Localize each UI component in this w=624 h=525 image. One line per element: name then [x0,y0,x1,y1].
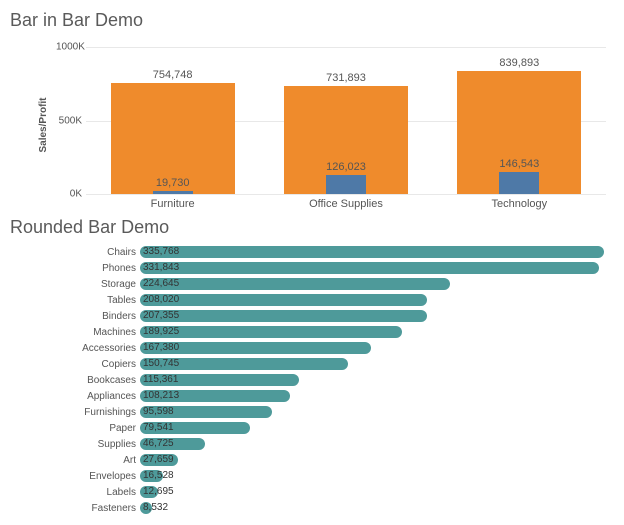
bar-group: 731,893126,023Office Supplies [266,47,426,194]
row-value-label: 331,843 [143,261,179,275]
bar-track: 79,541 [140,421,604,435]
bar-row: Tables208,020 [30,292,604,308]
y-tick-label: 500K [56,115,82,126]
rounded-bar [140,246,604,258]
row-value-label: 8,532 [143,501,168,515]
row-category-label: Tables [30,295,140,306]
rounded-bar-title: Rounded Bar Demo [10,217,614,238]
bar-row: Paper79,541 [30,420,604,436]
rounded-bar [140,310,427,322]
row-category-label: Binders [30,311,140,322]
bar-row: Labels12,695 [30,484,604,500]
row-value-label: 115,361 [143,373,178,387]
profit-value-label: 126,023 [266,161,426,173]
bar-row: Appliances108,213 [30,388,604,404]
row-value-label: 108,213 [143,389,179,403]
row-category-label: Machines [30,327,140,338]
row-category-label: Supplies [30,439,140,450]
profit-value-label: 146,543 [439,158,599,170]
row-category-label: Furnishings [30,407,140,418]
bar-row: Supplies46,725 [30,436,604,452]
bar-row: Fasteners8,532 [30,500,604,516]
bar-row: Envelopes16,528 [30,468,604,484]
profit-bar [499,172,539,194]
bar-row: Art27,659 [30,452,604,468]
rounded-bar-chart: Chairs335,768Phones331,843Storage224,645… [30,244,604,516]
row-value-label: 46,725 [143,437,174,451]
row-category-label: Envelopes [30,471,140,482]
row-value-label: 207,355 [143,309,179,323]
row-value-label: 208,020 [143,293,179,307]
bar-row: Accessories167,380 [30,340,604,356]
rounded-bar [140,262,599,274]
bar-track: 46,725 [140,437,604,451]
bar-track: 208,020 [140,293,604,307]
row-category-label: Copiers [30,359,140,370]
bar-row: Copiers150,745 [30,356,604,372]
bar-track: 95,598 [140,405,604,419]
sales-value-label: 731,893 [266,72,426,84]
row-value-label: 224,645 [143,277,179,291]
bar-track: 224,645 [140,277,604,291]
bar-row: Bookcases115,361 [30,372,604,388]
row-category-label: Paper [30,423,140,434]
row-value-label: 95,598 [143,405,174,419]
bar-group: 839,893146,543Technology [439,47,599,194]
bar-row: Binders207,355 [30,308,604,324]
row-category-label: Art [30,455,140,466]
category-label: Furniture [93,194,253,210]
rounded-bar [140,278,450,290]
row-category-label: Storage [30,279,140,290]
sales-value-label: 839,893 [439,57,599,69]
profit-bar [326,175,366,194]
bar-track: 189,925 [140,325,604,339]
profit-value-label: 19,730 [93,177,253,189]
sales-value-label: 754,748 [93,69,253,81]
bar-track: 335,768 [140,245,604,259]
bar-row: Phones331,843 [30,260,604,276]
row-category-label: Chairs [30,247,140,258]
bar-track: 150,745 [140,357,604,371]
row-category-label: Appliances [30,391,140,402]
row-value-label: 16,528 [143,469,174,483]
bar-row: Furnishings95,598 [30,404,604,420]
bar-track: 108,213 [140,389,604,403]
bar-track: 27,659 [140,453,604,467]
row-category-label: Labels [30,487,140,498]
row-category-label: Phones [30,263,140,274]
category-label: Office Supplies [266,194,426,210]
bar-row: Storage224,645 [30,276,604,292]
y-axis-label: Sales/Profit [38,97,49,152]
row-value-label: 79,541 [143,421,174,435]
bar-row: Machines189,925 [30,324,604,340]
rounded-bar [140,294,427,306]
bar-in-bar-chart: Sales/Profit 0K500K1000K754,74819,730Fur… [58,35,606,215]
rounded-bar [140,326,402,338]
bar-row: Chairs335,768 [30,244,604,260]
bar-in-bar-title: Bar in Bar Demo [10,10,614,31]
bar-track: 16,528 [140,469,604,483]
row-value-label: 335,768 [143,245,179,259]
bar-track: 331,843 [140,261,604,275]
row-category-label: Bookcases [30,375,140,386]
bar-track: 8,532 [140,501,604,515]
bar-track: 12,695 [140,485,604,499]
row-value-label: 189,925 [143,325,179,339]
row-category-label: Accessories [30,343,140,354]
row-value-label: 27,659 [143,453,174,467]
row-value-label: 150,745 [143,357,179,371]
row-category-label: Fasteners [30,503,140,514]
bar-track: 115,361 [140,373,604,387]
bar-track: 207,355 [140,309,604,323]
bar-group: 754,74819,730Furniture [93,47,253,194]
category-label: Technology [439,194,599,210]
row-value-label: 12,695 [143,485,174,499]
y-tick-label: 1000K [56,42,82,53]
y-tick-label: 0K [56,189,82,200]
bar-track: 167,380 [140,341,604,355]
row-value-label: 167,380 [143,341,179,355]
